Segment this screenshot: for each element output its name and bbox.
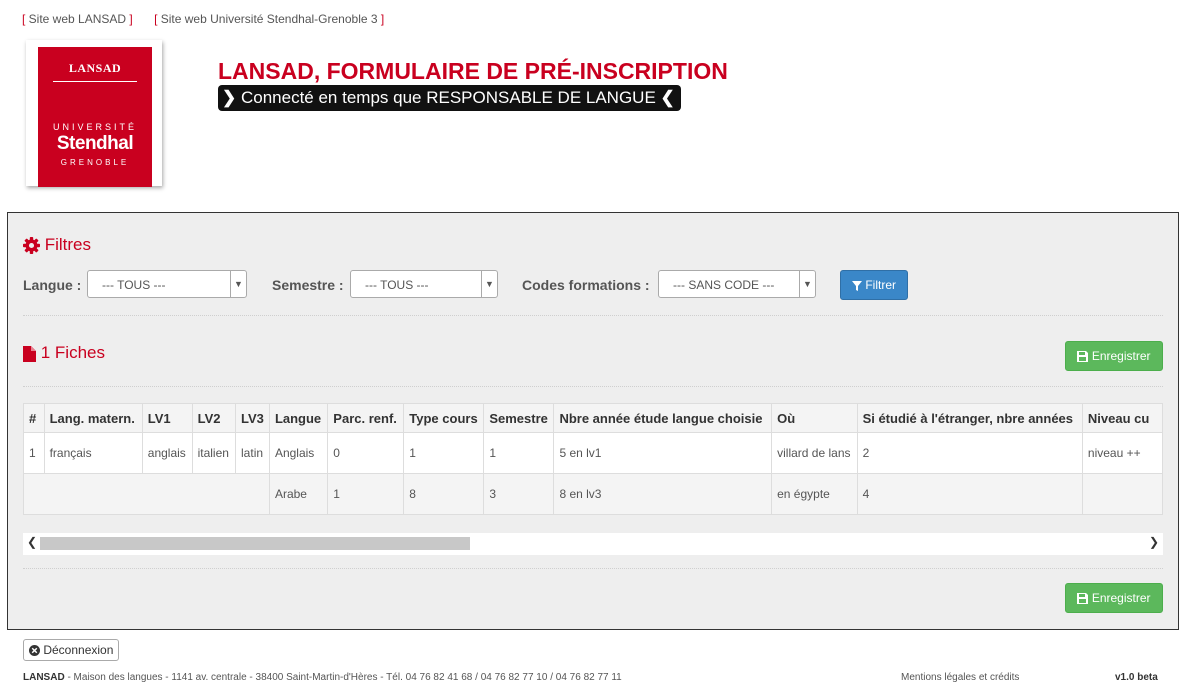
table-header-row: # Lang. matern. LV1 LV2 LV3 Langue Parc.… xyxy=(23,403,1163,433)
col-header: Semestre xyxy=(483,403,555,433)
fiches-table: # Lang. matern. LV1 LV2 LV3 Langue Parc.… xyxy=(23,403,1163,515)
table-cell: 1 xyxy=(327,473,405,515)
top-links: [ Site web LANSAD ] [ Site web Universit… xyxy=(22,12,402,26)
col-header: LV2 xyxy=(191,403,237,433)
logo-line-grenoble: GRENOBLE xyxy=(60,158,130,167)
divider xyxy=(23,386,1163,387)
floppy-disk-icon xyxy=(1077,351,1089,363)
col-header: Lang. matern. xyxy=(43,403,143,433)
langue-select[interactable]: --- TOUS --- ▼ xyxy=(87,270,247,298)
table-cell: 8 xyxy=(403,473,485,515)
table-row: 1 français anglais italien latin Anglais… xyxy=(23,432,1163,474)
file-icon xyxy=(23,345,36,362)
table-cell xyxy=(1081,473,1163,515)
divider xyxy=(23,315,1163,316)
table-cell: 8 en lv3 xyxy=(553,473,773,515)
filter-button[interactable]: Filtrer xyxy=(840,270,908,300)
scroll-right-icon[interactable]: ❯ xyxy=(1149,535,1159,549)
page-title: LANSAD, FORMULAIRE DE PRÉ-INSCRIPTION xyxy=(218,58,728,84)
version-label: v1.0 beta xyxy=(1115,672,1158,683)
filter-button-label: Filtrer xyxy=(865,278,896,292)
floppy-disk-icon xyxy=(1077,593,1089,605)
link-site-lansad[interactable]: [ Site web LANSAD ] xyxy=(22,12,133,26)
scroll-left-icon[interactable]: ❮ xyxy=(27,535,37,549)
role-badge-text: Connecté en temps que RESPONSABLE DE LAN… xyxy=(240,88,656,107)
fiches-heading: 1 Fiches xyxy=(23,343,105,363)
logo-line-lansad: LANSAD xyxy=(68,61,122,75)
scrollbar-thumb[interactable] xyxy=(40,537,470,550)
table-cell: 1 xyxy=(483,432,555,474)
fiches-table-container: # Lang. matern. LV1 LV2 LV3 Langue Parc.… xyxy=(23,403,1163,515)
table-cell: italien xyxy=(191,432,237,474)
col-header: LV3 xyxy=(235,403,270,433)
langue-label: Langue : xyxy=(23,277,82,293)
semestre-select-value: --- TOUS --- xyxy=(365,278,429,292)
university-logo: LANSAD UNIVERSITÉ Stendhal GRENOBLE xyxy=(26,40,162,187)
table-cell: 3 xyxy=(483,473,555,515)
footer-address: LANSAD - Maison des langues - 1141 av. c… xyxy=(23,672,622,683)
table-cell: en égypte xyxy=(771,473,858,515)
chevron-right-icon: ❯ xyxy=(222,88,237,107)
table-row: Arabe 1 8 3 8 en lv3 en égypte 4 xyxy=(23,473,1163,515)
codes-select-value: --- SANS CODE --- xyxy=(673,278,775,292)
save-button-bottom[interactable]: Enregistrer xyxy=(1065,583,1163,613)
col-header: Niveau cu xyxy=(1081,403,1163,433)
chevron-down-icon: ▼ xyxy=(230,271,246,297)
fiches-title: 1 Fiches xyxy=(40,343,105,362)
col-header: Langue xyxy=(268,403,329,433)
table-cell: 5 en lv1 xyxy=(553,432,773,474)
col-header: Type cours xyxy=(403,403,485,433)
close-circle-icon xyxy=(29,645,40,657)
logout-label: Déconnexion xyxy=(43,643,114,657)
table-cell: villard de lans xyxy=(771,432,858,474)
table-cell: 0 xyxy=(327,432,405,474)
codes-select[interactable]: --- SANS CODE --- ▼ xyxy=(658,270,816,298)
semestre-select[interactable]: --- TOUS --- ▼ xyxy=(350,270,498,298)
table-cell: niveau ++ xyxy=(1081,432,1163,474)
role-badge: ❯ Connecté en temps que RESPONSABLE DE L… xyxy=(218,85,681,111)
filters-heading: Filtres xyxy=(23,235,91,255)
col-header: Où xyxy=(771,403,858,433)
table-cell: 2 xyxy=(856,432,1083,474)
table-cell: 1 xyxy=(403,432,485,474)
table-cell: 1 xyxy=(23,432,45,474)
save-button-top[interactable]: Enregistrer xyxy=(1065,341,1163,371)
col-header: # xyxy=(23,403,45,433)
filter-icon xyxy=(851,280,862,291)
filters-title: Filtres xyxy=(44,235,92,254)
table-cell: Arabe xyxy=(268,473,329,515)
table-cell xyxy=(23,473,270,515)
footer-org: LANSAD xyxy=(23,672,65,683)
gear-icon xyxy=(23,237,40,255)
divider xyxy=(23,568,1163,569)
save-button-label: Enregistrer xyxy=(1091,591,1151,605)
logo-line-universite: UNIVERSITÉ xyxy=(52,122,137,132)
table-cell: anglais xyxy=(141,432,193,474)
legal-mentions-link[interactable]: Mentions légales et crédits xyxy=(901,672,1019,683)
langue-select-value: --- TOUS --- xyxy=(102,278,166,292)
semestre-label: Semestre : xyxy=(272,277,344,293)
table-cell: français xyxy=(43,432,143,474)
codes-label: Codes formations : xyxy=(522,277,650,293)
logo-line-stendhal: Stendhal xyxy=(56,133,134,154)
table-cell: latin xyxy=(235,432,270,474)
chevron-down-icon: ▼ xyxy=(799,271,815,297)
col-header: LV1 xyxy=(141,403,193,433)
horizontal-scrollbar[interactable]: ❮ ❯ xyxy=(23,533,1163,555)
col-header: Nbre année étude langue choisie xyxy=(553,403,773,433)
table-cell: Anglais xyxy=(268,432,329,474)
chevron-left-icon: ❮ xyxy=(660,88,675,107)
col-header: Parc. renf. xyxy=(327,403,405,433)
table-cell: 4 xyxy=(856,473,1083,515)
link-site-universite[interactable]: [ Site web Université Stendhal-Grenoble … xyxy=(154,12,384,26)
save-button-label: Enregistrer xyxy=(1091,349,1151,363)
col-header: Si étudié à l'étranger, nbre années xyxy=(856,403,1083,433)
footer-address-text: - Maison des langues - 1141 av. centrale… xyxy=(64,672,622,683)
logout-button[interactable]: Déconnexion xyxy=(23,639,120,661)
main-panel: Filtres Langue : --- TOUS --- ▼ Semestre… xyxy=(7,212,1179,630)
chevron-down-icon: ▼ xyxy=(481,271,497,297)
